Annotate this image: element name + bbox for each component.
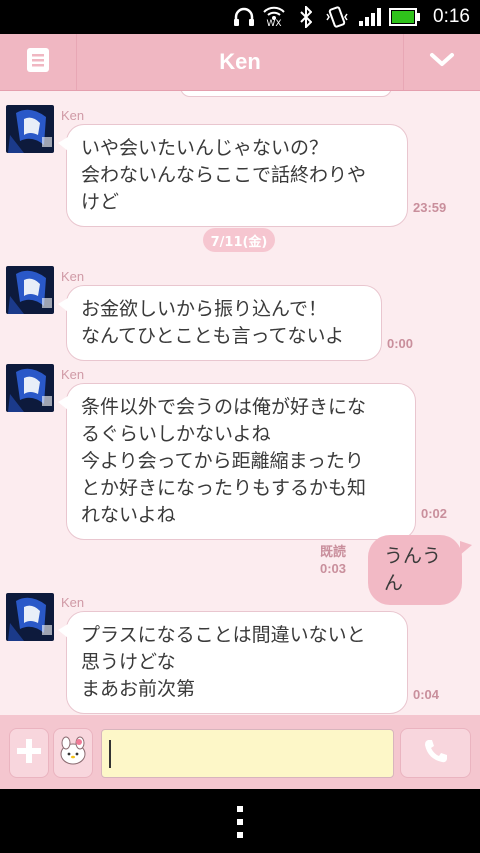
message-bubble[interactable]: お金欲しいから振り込んで！ なんてひとことも言ってないよ <box>58 285 382 361</box>
avatar[interactable] <box>6 364 54 412</box>
message-time: 0:04 <box>413 687 440 702</box>
message-time: 0:02 <box>421 506 448 521</box>
message-time: 0:03 <box>319 561 346 576</box>
sender-name: Ken <box>61 595 85 610</box>
sticker-icon <box>58 736 88 770</box>
message-bubble[interactable]: いや会いたいんじゃないの？ 会わないんならここで話終わりや けど <box>58 124 408 227</box>
read-receipt: 既読 0:03 <box>320 543 346 577</box>
clock: 0:16 <box>433 6 470 27</box>
wifi-label: WX <box>266 18 282 29</box>
add-button[interactable] <box>9 728 49 778</box>
read-label: 既読 <box>319 544 346 559</box>
bluetooth-icon <box>296 0 316 34</box>
message-line: 会わないんならここで話終わりや <box>81 164 367 186</box>
message-line: 今より会ってから距離縮まったり <box>81 450 364 472</box>
sender-name: Ken <box>61 367 85 382</box>
avatar[interactable] <box>6 593 54 641</box>
wifi-icon: WX <box>260 0 288 34</box>
menu-icon <box>27 48 49 76</box>
menu-button[interactable] <box>0 34 77 90</box>
input-bar <box>0 715 480 789</box>
message-bubble[interactable]: 条件以外で会うのは俺が好きにな るぐらいしかないよね 今より会ってから距離縮まっ… <box>58 383 416 540</box>
message-line: れないよね <box>81 504 176 526</box>
status-bar: WX 0:16 <box>0 0 480 34</box>
message-line: まあお前次第 <box>81 678 196 700</box>
message-line: いや会いたいんじゃないの？ <box>81 137 329 159</box>
vibrate-icon <box>324 0 350 34</box>
date-separator: 7/11(金) <box>203 228 275 252</box>
outgoing-message-bubble[interactable]: うんうん <box>368 535 472 605</box>
previous-message-bubble <box>180 91 392 97</box>
chevron-down-icon <box>429 52 455 72</box>
more-vertical-icon <box>235 806 245 843</box>
chat-title: Ken <box>219 49 261 74</box>
message-line: るぐらいしかないよね <box>81 423 271 445</box>
phone-icon <box>422 737 450 769</box>
sender-name: Ken <box>61 269 85 284</box>
avatar[interactable] <box>6 105 54 153</box>
text-caret <box>109 740 111 768</box>
call-button[interactable] <box>400 728 471 778</box>
sender-name: Ken <box>61 108 85 123</box>
message-time: 0:00 <box>387 336 414 351</box>
message-time: 23:59 <box>413 200 447 215</box>
message-list[interactable]: Ken いや会いたいんじゃないの？ 会わないんならここで話終わりや けど 23:… <box>0 91 480 715</box>
message-bubble[interactable]: プラスになることは間違いないと 思うけどな まあお前次第 <box>58 611 408 714</box>
message-line: けど <box>81 191 120 213</box>
sticker-button[interactable] <box>53 728 93 778</box>
message-line: 思うけどな <box>81 651 176 673</box>
navigation-bar <box>0 789 480 853</box>
message-text: うんうん <box>384 545 442 594</box>
plus-icon <box>16 738 42 768</box>
message-input[interactable] <box>101 729 394 778</box>
battery-icon <box>388 0 422 34</box>
message-line: 条件以外で会うのは俺が好きにな <box>81 396 367 418</box>
message-line: お金欲しいから振り込んで！ <box>81 298 328 320</box>
headphones-icon <box>230 0 258 34</box>
signal-icon <box>356 0 384 34</box>
message-line: プラスになることは間違いないと <box>81 624 366 646</box>
chat-header: Ken <box>0 34 480 91</box>
message-line: とか好きになったりもするかも知 <box>81 477 367 499</box>
avatar[interactable] <box>6 266 54 314</box>
message-line: なんてひとことも言ってないよ <box>81 325 345 347</box>
overflow-menu-button[interactable] <box>235 805 245 839</box>
dropdown-button[interactable] <box>403 34 480 90</box>
